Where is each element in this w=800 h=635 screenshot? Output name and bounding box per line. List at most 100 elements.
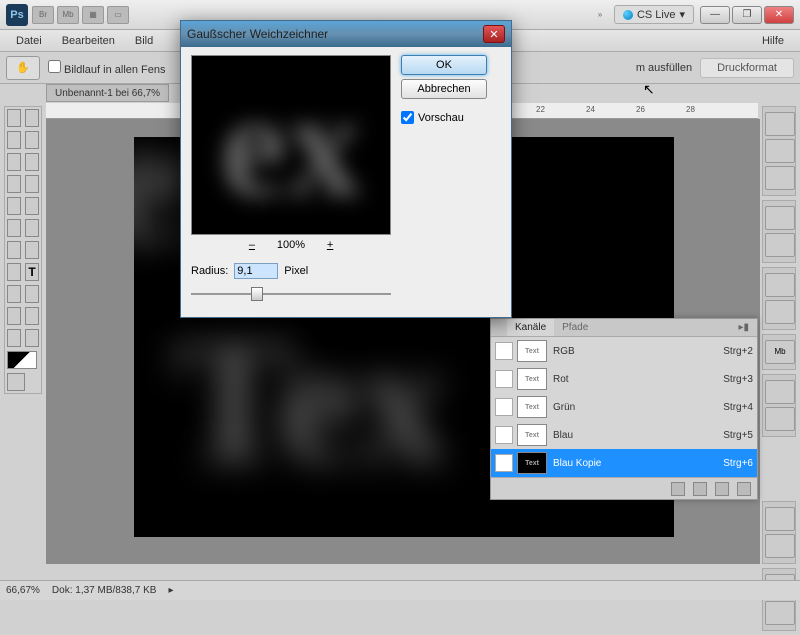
lasso-tool[interactable]	[7, 131, 21, 149]
visibility-icon[interactable]	[495, 370, 513, 388]
channel-row[interactable]: Text RGB Strg+2	[491, 337, 757, 365]
expand-icon[interactable]: »	[589, 6, 611, 24]
bridge-icon[interactable]: Br	[32, 6, 54, 24]
paragraph-panel-icon[interactable]	[765, 407, 795, 431]
actions-panel-icon[interactable]	[765, 300, 795, 324]
gradient-tool[interactable]	[25, 219, 39, 237]
eyedropper-tool[interactable]	[25, 153, 39, 171]
minibridge-icon[interactable]: Mb	[57, 6, 79, 24]
radius-input[interactable]	[234, 263, 278, 279]
color-panel-icon[interactable]	[765, 112, 795, 136]
styles-panel-icon[interactable]	[765, 166, 795, 190]
camera-tool[interactable]	[25, 307, 39, 325]
healing-tool[interactable]	[7, 175, 21, 193]
statusbar: 66,67% Dok: 1,37 MB/838,7 KB ▸	[0, 580, 800, 600]
zoom-level-label: 100%	[277, 239, 305, 253]
wand-tool[interactable]	[25, 131, 39, 149]
load-selection-icon[interactable]	[671, 482, 685, 496]
zoom-out-button[interactable]: –	[243, 239, 261, 253]
character-panel-icon[interactable]	[765, 380, 795, 404]
brush-tool[interactable]	[25, 175, 39, 193]
channel-row[interactable]: 👁 Text Blau Kopie Strg+6	[491, 449, 757, 477]
3d-panel-icon[interactable]	[765, 534, 795, 558]
blur-tool[interactable]	[7, 241, 21, 259]
channel-thumb: Text	[517, 424, 547, 446]
toolbox: T	[4, 106, 42, 394]
dialog-close-button[interactable]: ✕	[483, 25, 505, 43]
history-brush-tool[interactable]	[25, 197, 39, 215]
eraser-tool[interactable]	[7, 219, 21, 237]
panel-menu-icon[interactable]: ▸▮	[730, 319, 757, 336]
channel-row[interactable]: Text Rot Strg+3	[491, 365, 757, 393]
channel-name: Rot	[553, 374, 569, 385]
visibility-icon[interactable]	[495, 426, 513, 444]
minimize-button[interactable]: —	[700, 6, 730, 24]
menu-help[interactable]: Hilfe	[752, 35, 794, 47]
preview-image[interactable]: ex	[191, 55, 391, 235]
channel-shortcut: Strg+6	[723, 458, 753, 469]
visibility-icon[interactable]	[495, 398, 513, 416]
menu-image[interactable]: Bild	[125, 35, 163, 47]
cs-live-button[interactable]: CS Live ▾	[614, 5, 694, 24]
document-tab[interactable]: Unbenannt-1 bei 66,7%	[46, 84, 169, 102]
path-tool[interactable]	[7, 285, 21, 303]
fg-bg-swatch[interactable]	[7, 351, 37, 369]
move-tool[interactable]	[7, 109, 21, 127]
channel-thumb: Text	[517, 340, 547, 362]
arrange-icon[interactable]: ▦	[82, 6, 104, 24]
channel-row[interactable]: Text Grün Strg+4	[491, 393, 757, 421]
tab-hidden[interactable]	[491, 319, 507, 336]
zoom-level[interactable]: 66,67%	[6, 585, 40, 596]
dodge-tool[interactable]	[25, 241, 39, 259]
close-button[interactable]: ✕	[764, 6, 794, 24]
print-format-button[interactable]: Druckformat	[700, 58, 794, 78]
cs-live-label: CS Live	[637, 9, 676, 21]
menu-file[interactable]: Datei	[6, 35, 52, 47]
pen-tool[interactable]	[7, 263, 21, 281]
delete-channel-icon[interactable]	[737, 482, 751, 496]
channel-shortcut: Strg+5	[723, 430, 753, 441]
history-panel-icon[interactable]	[765, 273, 795, 297]
visibility-icon[interactable]	[495, 342, 513, 360]
hand-tool[interactable]	[7, 329, 21, 347]
channel-thumb: Text	[517, 452, 547, 474]
maximize-button[interactable]: ❐	[732, 6, 762, 24]
channel-shortcut: Strg+4	[723, 402, 753, 413]
minibridge-panel-icon[interactable]: Mb	[765, 340, 795, 364]
ok-button[interactable]: OK	[401, 55, 487, 75]
tab-channels[interactable]: Kanäle	[507, 319, 554, 336]
radius-slider[interactable]	[191, 285, 391, 303]
tool-indicator-hand[interactable]: ✋	[6, 56, 40, 80]
doc-size: Dok: 1,37 MB/838,7 KB	[52, 585, 157, 596]
masks-panel-icon[interactable]	[765, 233, 795, 257]
layers-panel-icon[interactable]	[765, 507, 795, 531]
statusbar-menu-icon[interactable]: ▸	[168, 585, 173, 596]
tab-paths[interactable]: Pfade	[554, 319, 596, 336]
save-selection-icon[interactable]	[693, 482, 707, 496]
channels-panel: Kanäle Pfade ▸▮ Text RGB Strg+2 Text Rot…	[490, 318, 758, 500]
marquee-tool[interactable]	[25, 109, 39, 127]
menu-edit[interactable]: Bearbeiten	[52, 35, 125, 47]
radius-label: Radius:	[191, 265, 228, 277]
3d-tool[interactable]	[7, 307, 21, 325]
scroll-all-checkbox[interactable]: Bildlauf in allen Fens	[48, 60, 166, 76]
new-channel-icon[interactable]	[715, 482, 729, 496]
quickmask-toggle[interactable]	[7, 373, 25, 391]
dialog-titlebar[interactable]: Gaußscher Weichzeichner ✕	[181, 21, 511, 47]
screen-mode-icon[interactable]: ▭	[107, 6, 129, 24]
channel-row[interactable]: Text Blau Strg+5	[491, 421, 757, 449]
dialog-title: Gaußscher Weichzeichner	[187, 27, 328, 41]
info-panel-icon[interactable]	[765, 601, 795, 625]
zoom-tool[interactable]	[25, 329, 39, 347]
type-tool[interactable]: T	[25, 263, 39, 281]
stamp-tool[interactable]	[7, 197, 21, 215]
adjustments-panel-icon[interactable]	[765, 206, 795, 230]
zoom-in-button[interactable]: +	[321, 239, 339, 253]
preview-checkbox[interactable]: Vorschau	[401, 111, 487, 124]
swatches-panel-icon[interactable]	[765, 139, 795, 163]
shape-tool[interactable]	[25, 285, 39, 303]
cancel-button[interactable]: Abbrechen	[401, 79, 487, 99]
crop-tool[interactable]	[7, 153, 21, 171]
channel-thumb: Text	[517, 396, 547, 418]
visibility-icon[interactable]: 👁	[495, 454, 513, 472]
